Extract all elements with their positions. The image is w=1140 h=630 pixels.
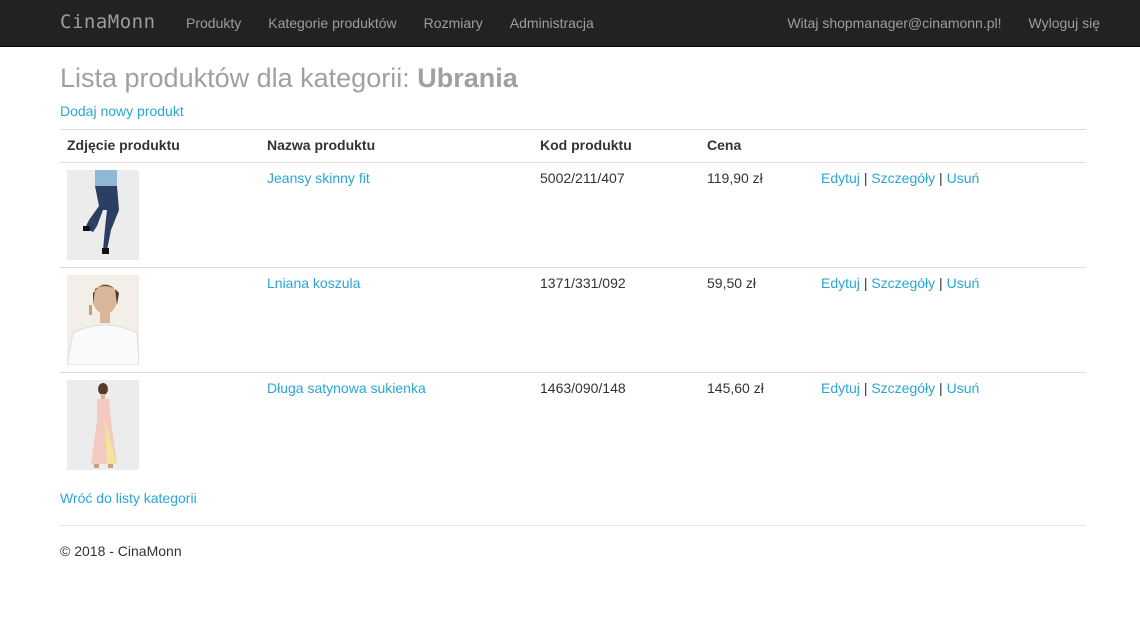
header-photo: Zdjęcie produktu <box>60 129 260 163</box>
shirt-photo <box>67 275 139 365</box>
page-title: Lista produktów dla kategorii: Ubrania <box>60 63 1086 93</box>
brand-logo[interactable]: CinaMonn <box>60 11 156 33</box>
user-nav: Witaj shopmanager@cinamonn.pl! Wyloguj s… <box>760 15 1100 31</box>
delete-link[interactable]: Usuń <box>947 380 980 396</box>
products-table: Zdjęcie produktu Nazwa produktu Kod prod… <box>60 129 1086 478</box>
product-price: 59,50 zł <box>700 267 814 373</box>
delete-link[interactable]: Usuń <box>947 170 980 186</box>
header-code: Kod produktu <box>533 129 700 163</box>
user-greeting-link[interactable]: Witaj shopmanager@cinamonn.pl! <box>787 15 1001 31</box>
edit-link[interactable]: Edytuj <box>821 170 860 186</box>
nav-item-produkty[interactable]: Produkty <box>186 15 241 31</box>
product-name-link[interactable]: Długa satynowa sukienka <box>267 380 426 396</box>
details-link[interactable]: Szczegóły <box>871 170 935 186</box>
edit-link[interactable]: Edytuj <box>821 380 860 396</box>
header-price: Cena <box>700 129 814 163</box>
page-title-prefix: Lista produktów dla kategorii: <box>60 63 418 93</box>
page-title-category: Ubrania <box>417 63 518 93</box>
header-name: Nazwa produktu <box>260 129 533 163</box>
table-row: Długa satynowa sukienka 1463/090/148 145… <box>60 373 1086 478</box>
action-separator: | <box>863 170 868 186</box>
details-link[interactable]: Szczegóły <box>871 275 935 291</box>
action-separator: | <box>939 380 943 396</box>
table-row: Jeansy skinny fit 5002/211/407 119,90 zł… <box>60 162 1086 268</box>
top-navbar: CinaMonn Produkty Kategorie produktów Ro… <box>0 0 1140 47</box>
header-actions <box>814 129 1086 163</box>
product-price: 119,90 zł <box>700 162 814 268</box>
table-row: Lniana koszula 1371/331/092 59,50 zł Edy… <box>60 267 1086 373</box>
delete-link[interactable]: Usuń <box>947 275 980 291</box>
main-nav: Produkty Kategorie produktów Rozmiary Ad… <box>186 15 621 31</box>
page-footer: © 2018 - CinaMonn <box>60 542 182 559</box>
product-name-link[interactable]: Jeansy skinny fit <box>267 170 370 186</box>
product-price: 145,60 zł <box>707 380 764 396</box>
action-separator: | <box>939 275 943 291</box>
footer-divider <box>60 524 1086 526</box>
dress-photo <box>67 380 139 470</box>
details-link[interactable]: Szczegóły <box>871 380 935 396</box>
product-code: 1463/090/148 <box>540 380 626 396</box>
add-product-link[interactable]: Dodaj nowy produkt <box>60 103 184 119</box>
table-header-row: Zdjęcie produktu Nazwa produktu Kod prod… <box>60 129 1086 163</box>
logout-link[interactable]: Wyloguj się <box>1029 15 1100 31</box>
action-separator: | <box>939 170 943 186</box>
product-code: 1371/331/092 <box>533 267 700 373</box>
edit-link[interactable]: Edytuj <box>821 275 860 291</box>
nav-item-kategorie[interactable]: Kategorie produktów <box>268 15 396 31</box>
product-name-link[interactable]: Lniana koszula <box>267 275 360 291</box>
action-separator: | <box>863 380 868 396</box>
nav-item-administracja[interactable]: Administracja <box>510 15 594 31</box>
nav-item-rozmiary[interactable]: Rozmiary <box>424 15 483 31</box>
product-code: 5002/211/407 <box>533 162 700 268</box>
back-to-categories-link[interactable]: Wróć do listy kategorii <box>60 490 197 506</box>
action-separator: | <box>863 275 868 291</box>
main-content: Lista produktów dla kategorii: Ubrania D… <box>60 47 1086 559</box>
jeans-photo <box>67 170 139 260</box>
